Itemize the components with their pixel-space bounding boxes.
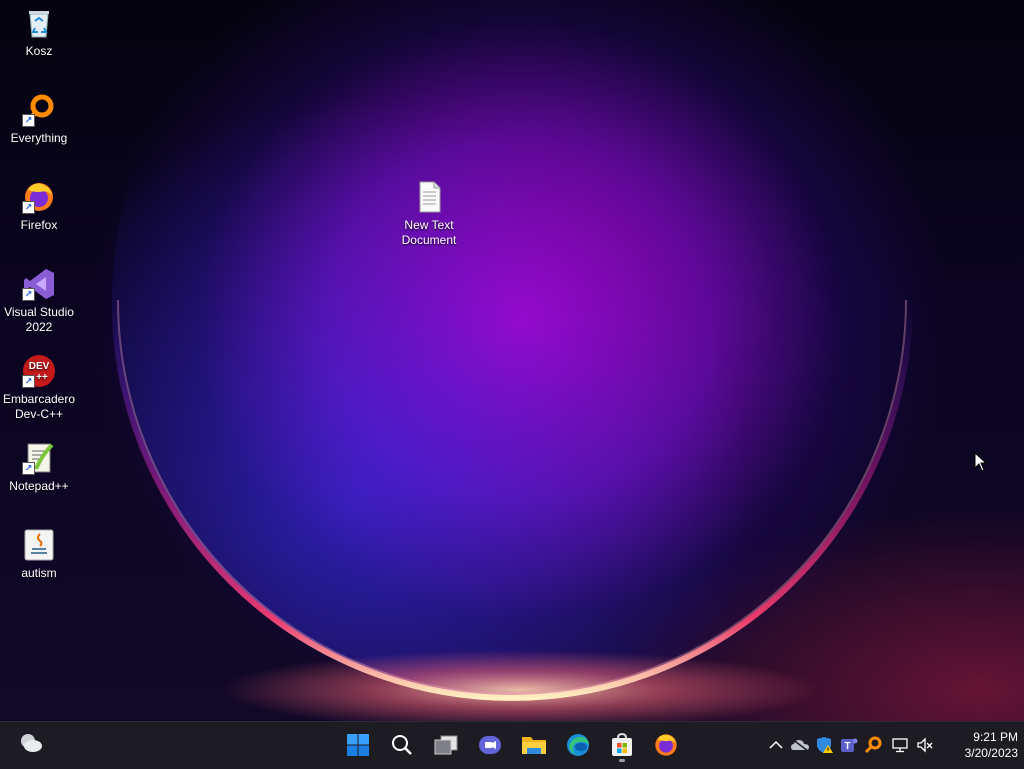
active-app-indicator [619,759,625,762]
onedrive-icon [791,738,809,752]
search-icon [392,735,412,755]
chevron-up-icon [769,740,783,749]
tray-volume[interactable] [915,735,935,755]
desktop-icon-devcpp[interactable]: DEV ++ ↗ Embarcadero Dev-C++ [0,354,78,422]
volume-muted-icon [917,737,933,753]
everything-icon [864,736,882,754]
desktop-icon-label: Firefox [20,218,58,232]
start-button[interactable] [339,727,377,763]
taskbar: T 9:21 PM 3/20/2023 [0,721,1024,769]
clock[interactable]: 9:21 PM 3/20/2023 [938,729,1018,761]
everything-search-icon: ↗ [22,93,56,127]
shortcut-arrow-icon: ↗ [22,114,35,127]
desktop-icon-label: Visual Studio 2022 [4,305,74,334]
svg-text:T: T [844,741,850,752]
text-document-icon [412,180,446,214]
search-button[interactable] [383,727,421,763]
network-icon [892,738,908,753]
edge-icon [567,734,589,756]
clock-date: 3/20/2023 [964,746,1018,760]
edge-button[interactable] [559,727,597,763]
desktop-icon-recycle-bin[interactable]: Kosz [0,6,78,59]
desktop-icon-everything[interactable]: ↗ Everything [0,93,78,146]
desktop-icon-label: Notepad++ [9,479,69,493]
show-hidden-icons-button[interactable] [766,735,786,755]
task-view-button[interactable] [427,727,465,763]
windows-security-warning-icon [817,737,833,753]
store-icon [612,732,632,756]
desktop-icon-autism[interactable]: autism [0,528,78,581]
svg-text:DEV: DEV [29,361,50,372]
tray-windows-security[interactable] [815,735,835,755]
windows-start-icon [347,734,369,756]
desktop-icon-label: New Text Document [401,218,457,247]
widgets-button[interactable] [12,725,50,761]
clock-time: 9:21 PM [973,730,1018,744]
tray-everything[interactable] [863,735,883,755]
desktop-icon-notepadpp[interactable]: ↗ Notepad++ [0,441,78,494]
tray-teams[interactable]: T [839,735,859,755]
file-explorer-button[interactable] [515,727,553,763]
firefox-taskbar-button[interactable] [647,727,685,763]
firefox-icon [655,734,677,756]
desktop-icon-new-text-document[interactable]: New Text Document [390,180,468,248]
teams-chat-icon [479,736,501,754]
visual-studio-icon: ↗ [22,267,56,301]
desktop-icon-label: Embarcadero Dev-C++ [2,392,76,421]
file-explorer-icon [522,737,546,754]
desktop-icon-label: autism [21,566,57,580]
mouse-cursor-icon [974,452,988,472]
desktop-icon-visual-studio[interactable]: ↗ Visual Studio 2022 [0,267,78,335]
teams-icon: T [841,738,858,752]
java-file-icon [22,528,56,562]
task-view-icon [434,735,458,755]
shortcut-arrow-icon: ↗ [22,375,35,388]
wallpaper-bloom [111,0,913,721]
tray-onedrive[interactable] [790,735,810,755]
desktop-icon-label: Kosz [25,44,53,58]
notepadpp-icon: ↗ [22,441,56,475]
shortcut-arrow-icon: ↗ [22,462,35,475]
shortcut-arrow-icon: ↗ [22,201,35,214]
weather-widget-icon [21,734,42,752]
desktop-icon-firefox[interactable]: ↗ Firefox [0,180,78,233]
desktop[interactable]: Kosz ↗ Everything ↗ Firefox ↗ Visual Stu… [0,0,1024,721]
svg-text:++: ++ [36,372,48,383]
chat-button[interactable] [471,727,509,763]
firefox-icon: ↗ [22,180,56,214]
tray-network[interactable] [890,735,910,755]
shortcut-arrow-icon: ↗ [22,288,35,301]
devcpp-icon: DEV ++ ↗ [22,354,56,388]
desktop-icon-label: Everything [10,131,68,145]
store-button[interactable] [603,727,641,763]
recycle-bin-icon [22,6,56,40]
